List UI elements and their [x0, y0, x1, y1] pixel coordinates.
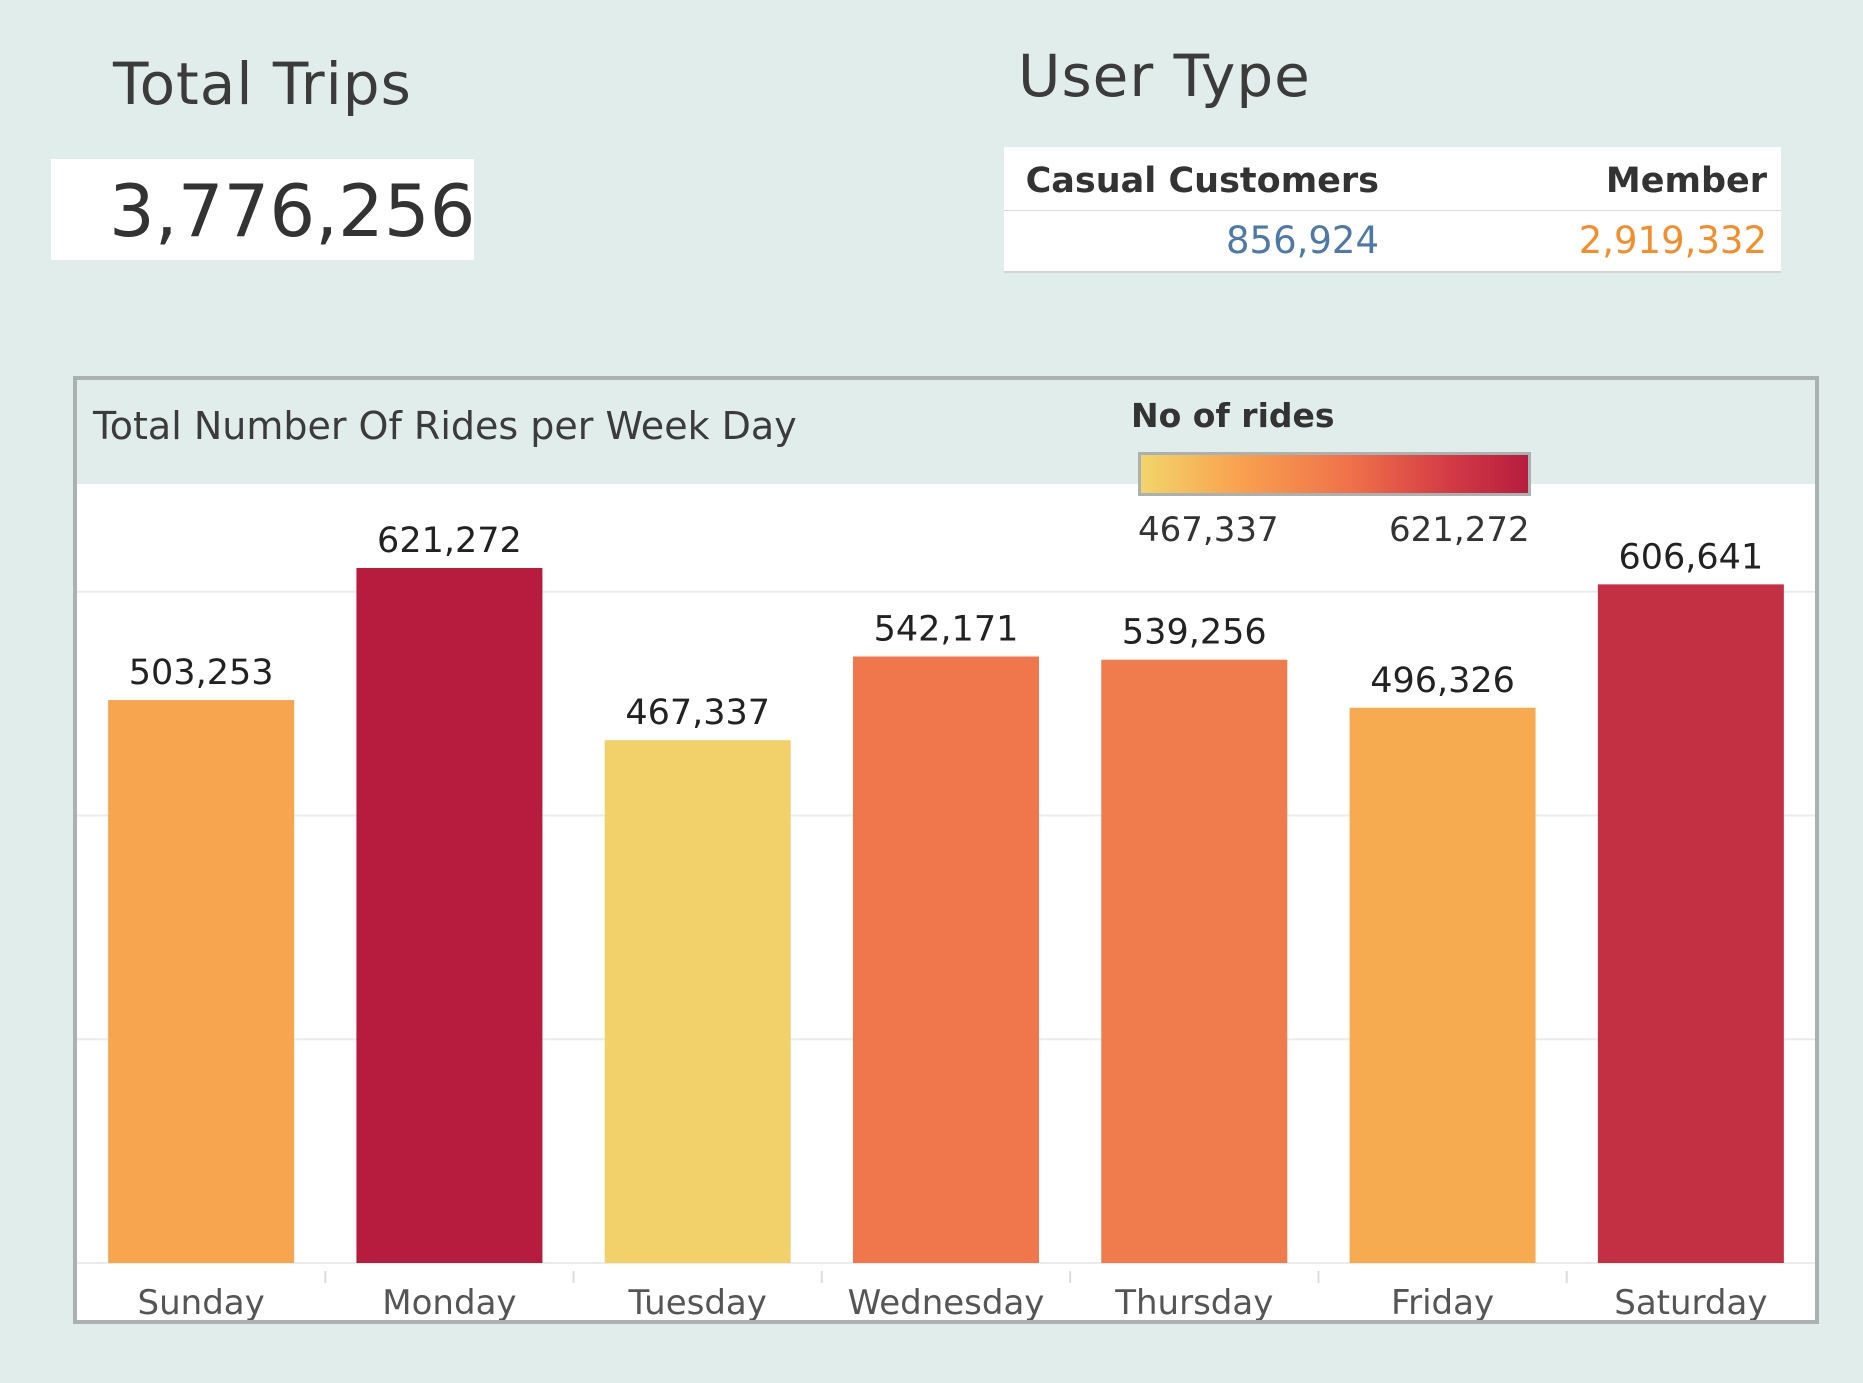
bar-tuesday[interactable] [604, 740, 791, 1263]
data-label-sunday: 503,253 [129, 653, 274, 693]
x-tick-friday: Friday [1391, 1283, 1494, 1320]
bar-wednesday[interactable] [853, 656, 1039, 1263]
legend-min-label: 467,337 [1138, 510, 1279, 550]
total-trips-card: 3,776,256 [51, 159, 476, 260]
legend-title: No of rides [1131, 396, 1335, 435]
data-label-monday: 621,272 [377, 521, 522, 561]
bar-monday[interactable] [356, 568, 543, 1263]
casual-customers-header: Casual Customers [1025, 161, 1379, 201]
x-tick-thursday: Thursday [1114, 1283, 1273, 1320]
rides-per-weekday-panel: Total Number Of Rides per Week Day 503,2… [73, 376, 1819, 1324]
color-legend-gradient [1138, 452, 1531, 496]
legend-max-label: 621,272 [1389, 510, 1530, 550]
bar-chart: 503,253 Sunday 621,272 Monday 467,337 Tuesday… [77, 521, 1815, 1320]
casual-customers-value: 856,924 [1225, 219, 1379, 262]
bar-saturday[interactable] [1597, 584, 1784, 1263]
x-tick-wednesday: Wednesday [848, 1283, 1045, 1320]
member-header: Member [1605, 161, 1767, 201]
data-label-wednesday: 542,171 [874, 609, 1019, 649]
x-tick-saturday: Saturday [1614, 1283, 1767, 1320]
x-tick-tuesday: Tuesday [628, 1283, 767, 1320]
x-tick-sunday: Sunday [138, 1283, 265, 1320]
user-type-table: Casual Customers Member 856,924 2,919,33… [1004, 147, 1781, 273]
user-type-title: User Type [1018, 42, 1311, 110]
bar-thursday[interactable] [1101, 659, 1288, 1263]
table-divider [1004, 210, 1781, 211]
data-label-saturday: 606,641 [1618, 537, 1763, 577]
total-trips-value: 3,776,256 [109, 169, 476, 253]
data-label-tuesday: 467,337 [625, 693, 770, 733]
member-value: 2,919,332 [1578, 219, 1767, 262]
total-trips-title: Total Trips [113, 50, 412, 118]
data-label-thursday: 539,256 [1122, 613, 1267, 653]
bar-friday[interactable] [1349, 707, 1536, 1263]
x-tick-monday: Monday [382, 1283, 516, 1320]
data-label-friday: 496,326 [1370, 661, 1515, 701]
bar-sunday[interactable] [108, 700, 295, 1263]
